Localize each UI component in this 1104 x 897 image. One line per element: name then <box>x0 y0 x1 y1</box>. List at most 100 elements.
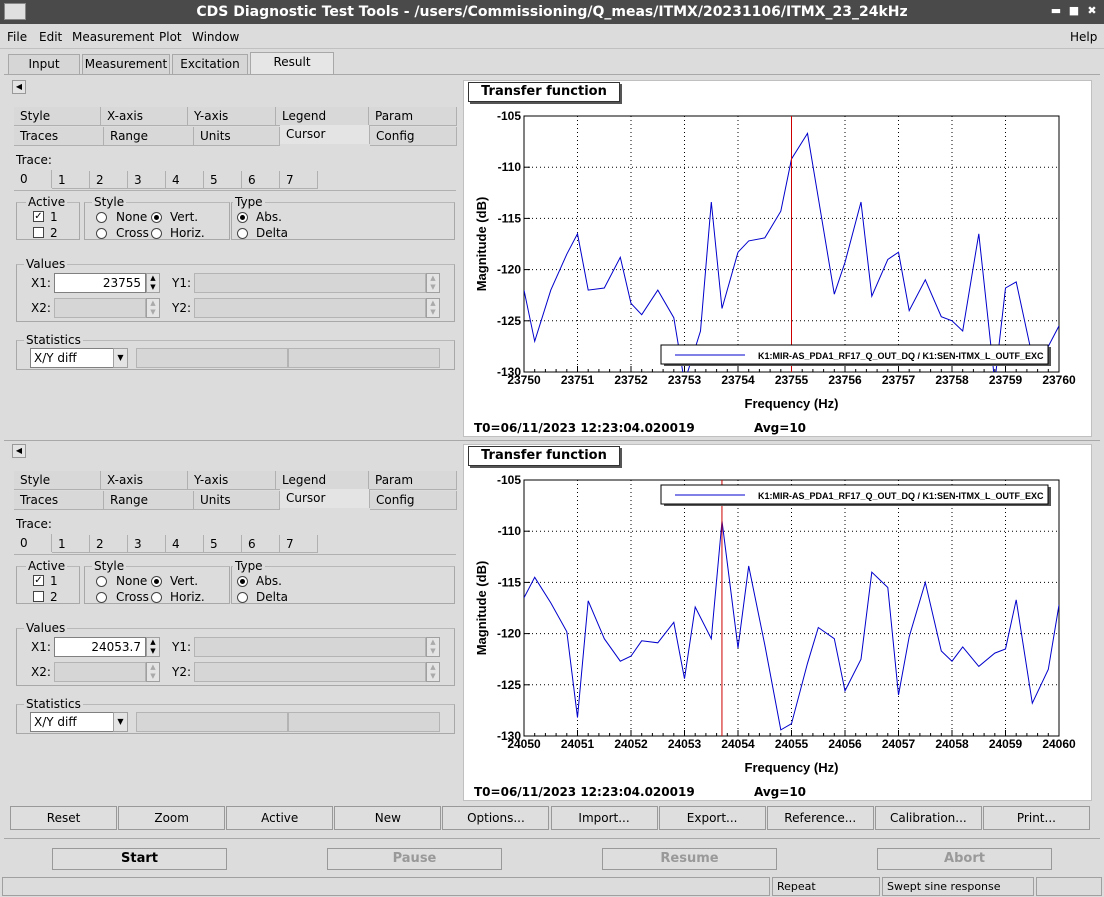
import-button[interactable]: Import... <box>550 806 658 830</box>
minimize-icon[interactable]: ▬ <box>1049 4 1063 18</box>
type-delta-label: Delta <box>256 590 289 604</box>
trace-tab-3[interactable]: 3 <box>128 171 166 189</box>
type-delta-radio[interactable] <box>237 592 248 603</box>
subtab-param[interactable]: Param <box>369 107 457 126</box>
tab-result[interactable]: Result <box>250 52 334 74</box>
close-icon[interactable]: ✖ <box>1085 4 1099 18</box>
reset-button[interactable]: Reset <box>10 806 118 830</box>
trace-tab-4[interactable]: 4 <box>166 171 204 189</box>
style-cross-radio[interactable] <box>96 228 107 239</box>
chevron-down-icon[interactable]: ▼ <box>113 712 128 732</box>
subtab-units[interactable]: Units <box>194 491 280 510</box>
style-horiz-radio[interactable] <box>151 228 162 239</box>
collapse-arrow-icon[interactable]: ◀ <box>12 444 26 458</box>
pause-button[interactable]: Pause <box>327 848 502 870</box>
subtab-traces[interactable]: Traces <box>14 127 104 146</box>
style-cross-radio[interactable] <box>96 592 107 603</box>
subtab-x-axis[interactable]: X-axis <box>101 107 188 126</box>
x1-stepper[interactable]: ▲ ▼ <box>146 637 160 657</box>
type-abs-radio[interactable] <box>237 576 248 587</box>
trace-tab-5[interactable]: 5 <box>204 171 242 189</box>
x1-input[interactable]: 23755 <box>54 273 146 293</box>
plot-button-bar: Reset Zoom Active New Options... Import... Exp… <box>10 806 1091 832</box>
menu-help[interactable]: Help <box>1070 30 1097 44</box>
export-button[interactable]: Export... <box>658 806 766 830</box>
x-tick-label: 24060 <box>1042 737 1076 751</box>
subtab-legend[interactable]: Legend <box>276 471 369 490</box>
x1-input[interactable]: 24053.7 <box>54 637 146 657</box>
type-group-label: Type <box>233 195 265 209</box>
zoom-button[interactable]: Zoom <box>118 806 226 830</box>
subtab-style[interactable]: Style <box>14 471 101 490</box>
plot1-chart[interactable]: 23750 23751 23752 23753 23754 23755 23756 23757… <box>463 105 1092 415</box>
trace-tab-5[interactable]: 5 <box>204 535 242 553</box>
start-button[interactable]: Start <box>52 848 227 870</box>
subtab-config[interactable]: Config <box>370 491 457 510</box>
reference-button[interactable]: Reference... <box>766 806 874 830</box>
trace-tab-0[interactable]: 0 <box>14 534 52 552</box>
options-button[interactable]: Options... <box>442 806 550 830</box>
menu-window[interactable]: Window <box>192 30 239 44</box>
active-1-checkbox[interactable]: ✓ <box>33 211 44 222</box>
style-cross-label: Cross <box>116 226 149 240</box>
trace-tab-6[interactable]: 6 <box>242 171 280 189</box>
style-cross-label: Cross <box>116 590 149 604</box>
tab-measurement[interactable]: Measurement <box>82 54 170 74</box>
legend-label: K1:MIR-AS_PDA1_RF17_Q_OUT_DQ / K1:SEN-IT… <box>758 491 1044 501</box>
subtab-y-axis[interactable]: Y-axis <box>188 107 276 126</box>
subtab-range[interactable]: Range <box>104 491 194 510</box>
abort-button[interactable]: Abort <box>877 848 1052 870</box>
style-none-label: None <box>116 210 148 224</box>
new-button[interactable]: New <box>334 806 442 830</box>
active-2-checkbox[interactable] <box>33 591 44 602</box>
style-none-radio[interactable] <box>96 212 107 223</box>
type-delta-radio[interactable] <box>237 228 248 239</box>
chevron-down-icon[interactable]: ▼ <box>113 348 128 368</box>
window-title-bar: CDS Diagnostic Test Tools - /users/Commi… <box>0 0 1104 24</box>
subtab-x-axis[interactable]: X-axis <box>101 471 188 490</box>
style-horiz-radio[interactable] <box>151 592 162 603</box>
style-vert-radio[interactable] <box>151 576 162 587</box>
trace-tab-7[interactable]: 7 <box>280 171 318 189</box>
tab-input[interactable]: Input <box>8 54 80 74</box>
x1-stepper[interactable]: ▲ ▼ <box>146 273 160 293</box>
style-vert-radio[interactable] <box>151 212 162 223</box>
subtab-config[interactable]: Config <box>370 127 457 146</box>
tab-excitation[interactable]: Excitation <box>172 54 248 74</box>
subtab-style[interactable]: Style <box>14 107 101 126</box>
active-button[interactable]: Active <box>226 806 334 830</box>
menu-edit[interactable]: Edit <box>39 30 62 44</box>
trace-tab-4[interactable]: 4 <box>166 535 204 553</box>
menu-plot[interactable]: Plot <box>159 30 182 44</box>
x2-input <box>54 662 146 682</box>
print-button[interactable]: Print... <box>982 806 1090 830</box>
subtab-y-axis[interactable]: Y-axis <box>188 471 276 490</box>
menu-file[interactable]: File <box>7 30 27 44</box>
subtab-cursor[interactable]: Cursor <box>280 489 370 508</box>
collapse-arrow-icon[interactable]: ◀ <box>12 80 26 94</box>
trace-tab-1[interactable]: 1 <box>52 171 90 189</box>
subtab-range[interactable]: Range <box>104 127 194 146</box>
resume-button[interactable]: Resume <box>602 848 777 870</box>
menu-measurement[interactable]: Measurement <box>72 30 154 44</box>
subtab-traces[interactable]: Traces <box>14 491 104 510</box>
subtab-units[interactable]: Units <box>194 127 280 146</box>
trace-tab-0[interactable]: 0 <box>14 170 52 188</box>
style-none-radio[interactable] <box>96 576 107 587</box>
active-2-checkbox[interactable] <box>33 227 44 238</box>
trace-tab-2[interactable]: 2 <box>90 171 128 189</box>
window-icon[interactable] <box>4 3 26 20</box>
subtab-legend[interactable]: Legend <box>276 107 369 126</box>
trace-tab-1[interactable]: 1 <box>52 535 90 553</box>
subtab-param[interactable]: Param <box>369 471 457 490</box>
subtab-cursor[interactable]: Cursor <box>280 125 370 144</box>
trace-tab-6[interactable]: 6 <box>242 535 280 553</box>
active-1-checkbox[interactable]: ✓ <box>33 575 44 586</box>
maximize-icon[interactable]: ■ <box>1067 4 1081 18</box>
trace-tab-2[interactable]: 2 <box>90 535 128 553</box>
trace-tab-3[interactable]: 3 <box>128 535 166 553</box>
type-abs-radio[interactable] <box>237 212 248 223</box>
calibration-button[interactable]: Calibration... <box>874 806 982 830</box>
trace-tab-7[interactable]: 7 <box>280 535 318 553</box>
plot2-chart[interactable]: 24050 24051 24052 24053 24054 24055 24056 24057… <box>463 469 1092 779</box>
